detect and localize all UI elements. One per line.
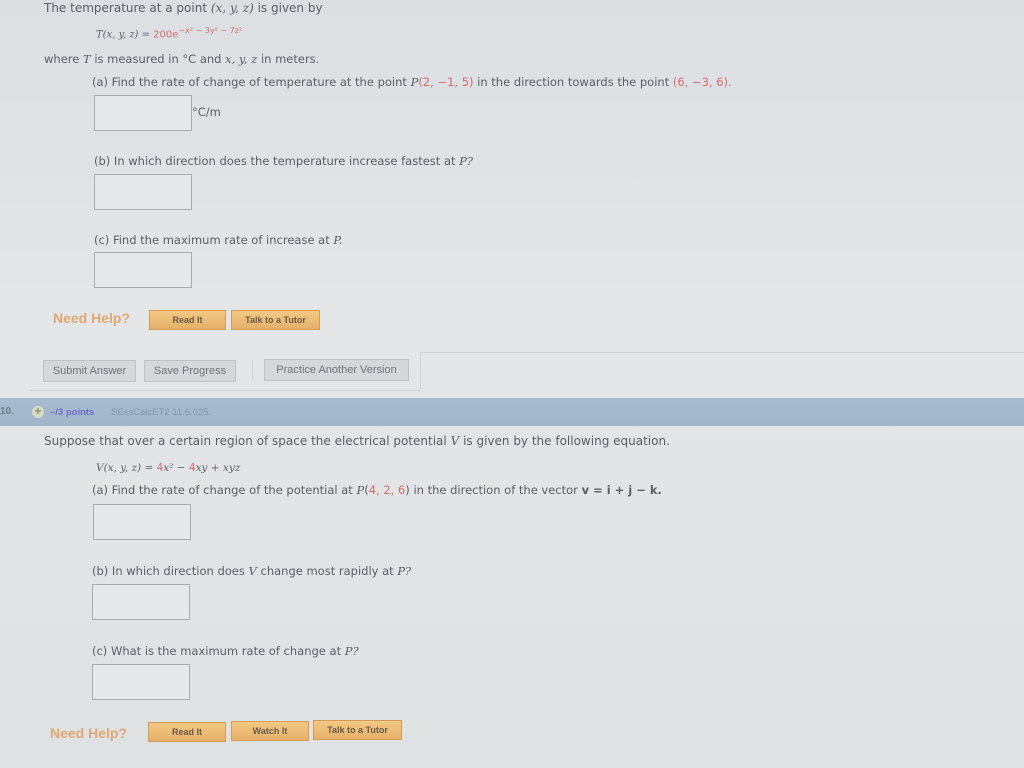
q9-part-a-point: (2, −1, 5) [418,75,474,89]
q10-part-a-vector: v = i + j − k. [581,483,662,497]
q9-need-help-label: Need Help? [53,310,131,326]
q9-where-vars: x, y, z [225,52,258,66]
q9-part-c-label: (c) Find the maximum rate of increase at [94,233,330,247]
q10-read-it-button[interactable]: Read It [148,722,226,742]
q10-formula: V(x, y, z) = 4x² − 4xy + xyz [96,462,240,474]
q10-intro-end: is given by the following equation. [463,434,670,448]
q9-part-c-point-name: P. [333,233,343,247]
q9-intro-end: is given by [257,1,323,15]
q9-part-a-prompt: (a) Find the rate of change of temperatu… [92,75,732,89]
q10-intro-text: Suppose that over a certain region of sp… [44,434,447,448]
q10-part-a-paren-close: ) [405,483,410,497]
q10-number: 10. [0,406,14,417]
submit-answer-button[interactable]: Submit Answer [43,360,136,382]
q9-action-panel-border-right [420,352,1024,353]
q10-need-help-label: Need Help? [50,725,128,741]
q9-read-it-button[interactable]: Read It [149,310,226,330]
q10-watch-it-button[interactable]: Watch It [231,721,309,741]
q10-part-c-answer-input[interactable] [92,664,190,700]
q10-part-b-label-2: change most rapidly at [260,564,394,578]
q10-part-a-mid: in the direction of the vector [413,483,578,497]
q9-part-a-mid: in the direction towards the point [477,75,670,89]
q10-talk-to-tutor-button[interactable]: Talk to a Tutor [313,720,402,740]
q9-part-c-answer-input[interactable] [94,252,192,288]
q9-action-panel-border [30,390,420,391]
q9-formula-exponent: −x² − 3y² − 7z² [178,26,243,35]
q10-formula-term-2: xy + xyz [195,462,241,474]
q9-talk-to-tutor-button[interactable]: Talk to a Tutor [231,310,320,330]
q10-formula-lhs: V(x, y, z) = [96,462,154,474]
q9-intro-vars: (x, y, z) [210,1,254,15]
save-progress-button[interactable]: Save Progress [144,360,236,382]
q10-part-a-answer-input[interactable] [93,504,191,540]
q10-part-b-point-name: P? [397,564,412,578]
q10-part-c-point-name: P? [344,644,359,658]
q9-part-a-target: (6, −3, 6). [672,75,732,89]
q9-part-b-prompt: (b) In which direction does the temperat… [94,154,473,168]
q10-formula-coeff-2: 4 [188,462,196,474]
q10-reference: SEssCalcET2 11.6.025. [111,407,212,418]
action-separator [252,360,253,380]
q9-where-3: in meters. [260,52,320,66]
q9-part-c-prompt: (c) Find the maximum rate of increase at… [94,233,342,247]
q9-where: where T is measured in °C and x, y, z in… [44,52,319,66]
q10-part-b-var: V [248,564,257,578]
q10-part-b-label-1: (b) In which direction does [92,564,245,578]
q9-part-a-label: (a) Find the rate of change of temperatu… [92,75,407,89]
q9-intro: The temperature at a point (x, y, z) is … [44,1,323,15]
q10-intro-var: V [450,434,460,448]
q10-formula-term-1: x² − [163,462,186,474]
q9-part-b-point-name: P? [459,154,474,168]
q9-formula: T(x, y, z) = 200e−x² − 3y² − 7z² [96,26,242,40]
q10-part-a-prompt: (a) Find the rate of change of the poten… [92,483,662,497]
q9-where-2: is measured in °C and [94,52,222,66]
q9-where-t: T [82,52,91,66]
q9-where-1: where [44,52,80,66]
q10-part-b-answer-input[interactable] [92,584,190,620]
q10-points: –/3 points [50,407,95,418]
q10-part-c-prompt: (c) What is the maximum rate of change a… [92,644,359,658]
q10-intro: Suppose that over a certain region of sp… [44,434,670,448]
q9-intro-text: The temperature at a point [44,1,208,15]
q10-part-c-label: (c) What is the maximum rate of change a… [92,644,342,658]
q9-action-panel-divider [420,352,421,390]
q9-formula-coeff: 200e [153,29,179,41]
q9-part-b-label: (b) In which direction does the temperat… [94,154,456,168]
q9-part-b-answer-input[interactable] [94,174,192,210]
q9-part-a-unit: °C/m [192,105,221,119]
q10-part-a-point: 4, 2, 6 [368,483,406,497]
q10-part-a-label: (a) Find the rate of change of the poten… [92,483,353,497]
q10-part-b-prompt: (b) In which direction does V change mos… [92,564,411,578]
practice-another-version-button[interactable]: Practice Another Version [264,359,409,381]
q9-part-a-answer-input[interactable] [94,95,192,131]
expand-plus-icon[interactable]: + [32,406,44,418]
q9-formula-lhs: T(x, y, z) = [96,29,150,41]
